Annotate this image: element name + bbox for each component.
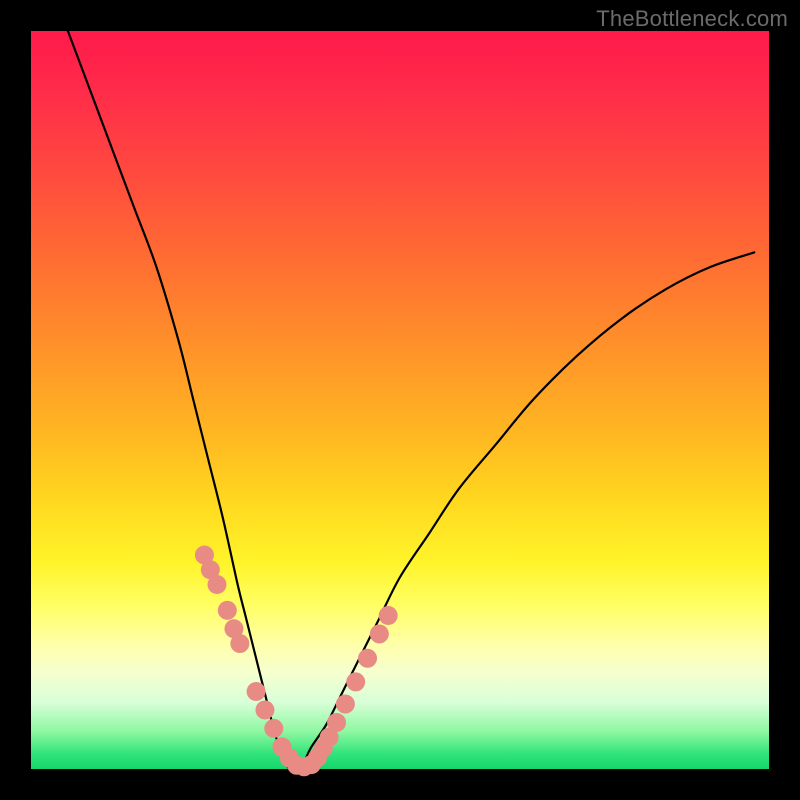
- chart-overlay: [31, 31, 769, 769]
- marker-point: [346, 672, 365, 691]
- marker-point: [379, 606, 398, 625]
- marker-point: [255, 700, 274, 719]
- marker-point: [207, 575, 226, 594]
- marker-point: [327, 713, 346, 732]
- highlighted-points: [195, 545, 398, 776]
- bottleneck-curve: [68, 31, 754, 770]
- chart-frame: TheBottleneck.com: [0, 0, 800, 800]
- marker-point: [247, 682, 266, 701]
- marker-point: [336, 695, 355, 714]
- marker-point: [358, 649, 377, 668]
- marker-point: [264, 719, 283, 738]
- watermark-text: TheBottleneck.com: [596, 6, 788, 32]
- marker-point: [370, 624, 389, 643]
- marker-point: [230, 634, 249, 653]
- marker-point: [218, 601, 237, 620]
